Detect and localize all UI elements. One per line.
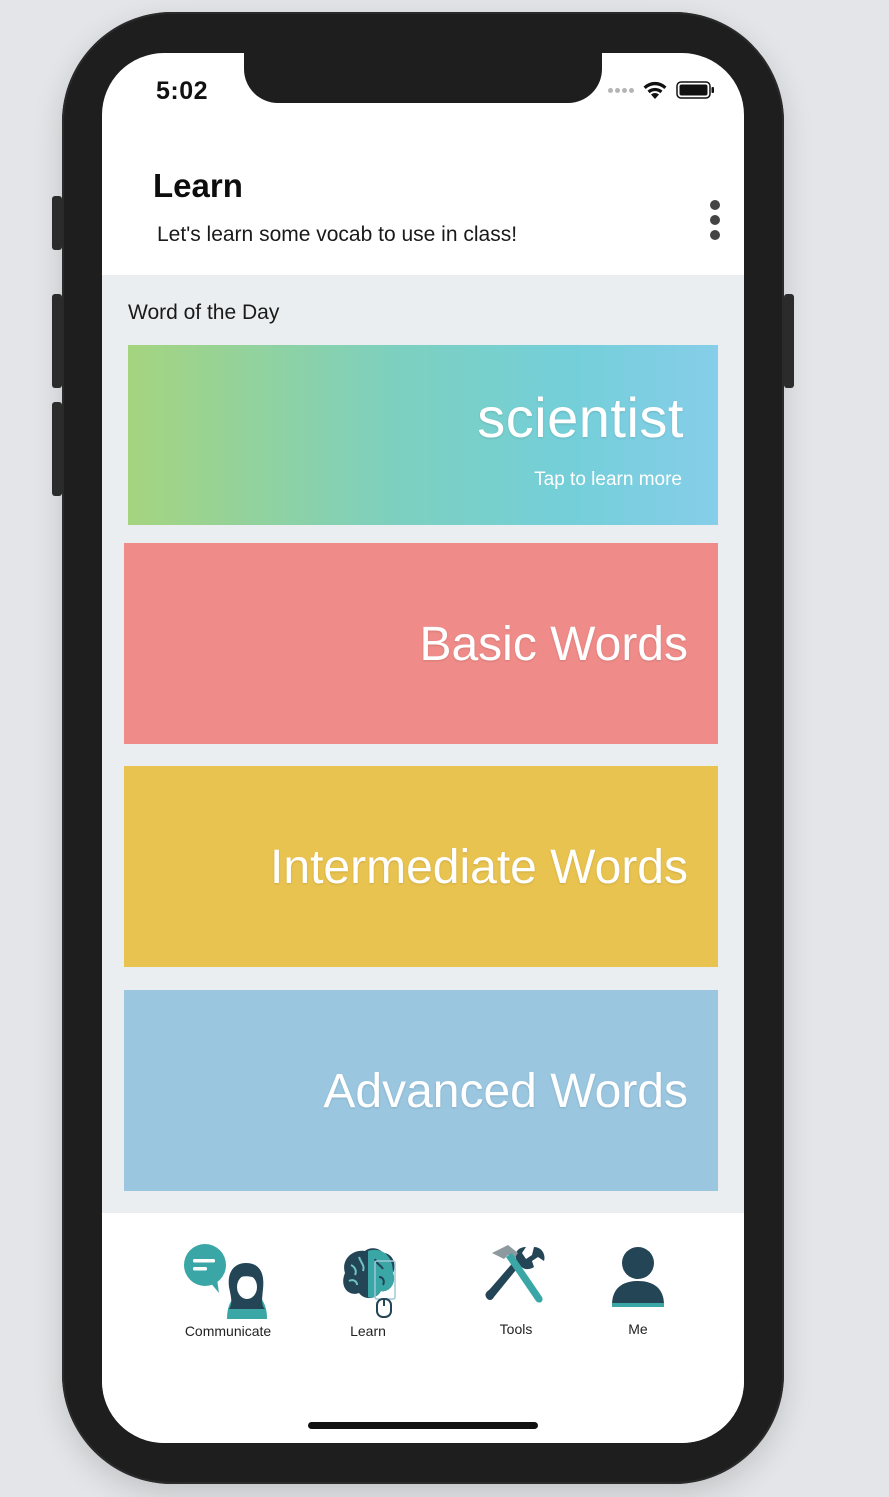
- learn-content: Word of the Day scientist Tap to learn m…: [102, 275, 744, 1213]
- more-options-icon[interactable]: [708, 200, 722, 240]
- battery-icon: [676, 81, 714, 99]
- tab-learn[interactable]: Learn: [318, 1243, 418, 1339]
- phone-power-button: [784, 294, 794, 388]
- advanced-words-card[interactable]: Advanced Words: [124, 990, 718, 1191]
- tab-tools[interactable]: Tools: [466, 1243, 566, 1337]
- phone-silent-switch: [52, 196, 62, 250]
- advanced-words-label: Advanced Words: [323, 1065, 688, 1118]
- word-of-the-day-card[interactable]: scientist Tap to learn more: [128, 345, 718, 525]
- communicate-icon: [184, 1244, 267, 1319]
- page-title: Learn: [153, 167, 243, 204]
- intermediate-words-card[interactable]: Intermediate Words: [124, 766, 718, 967]
- person-icon: [612, 1247, 664, 1307]
- cellular-signal-icon: [608, 87, 634, 93]
- notch: [244, 53, 602, 103]
- tab-communicate-label: Communicate: [184, 1323, 272, 1339]
- intermediate-words-label: Intermediate Words: [270, 841, 688, 894]
- basic-words-card[interactable]: Basic Words: [124, 543, 718, 744]
- tab-tools-label: Tools: [499, 1321, 533, 1337]
- word-of-the-day-label: Word of the Day: [128, 301, 280, 324]
- brain-icon: [343, 1248, 396, 1318]
- status-time: 5:02: [156, 77, 209, 105]
- word-of-the-day-hint: Tap to learn more: [534, 469, 682, 490]
- wifi-icon: [643, 81, 667, 99]
- app-screen: 5:02 Learn Let's learn some vocab to use…: [102, 53, 744, 1443]
- status-icons: [608, 80, 716, 100]
- tab-me[interactable]: Me: [588, 1243, 688, 1337]
- word-of-the-day-word: scientist: [477, 386, 684, 449]
- phone-volume-down: [52, 402, 62, 496]
- tab-communicate[interactable]: Communicate: [168, 1243, 288, 1339]
- tools-icon: [485, 1245, 545, 1303]
- home-indicator[interactable]: [308, 1422, 538, 1429]
- phone-volume-up: [52, 294, 62, 388]
- tab-bar: Communicate Learn Tools Me: [102, 1213, 744, 1443]
- tab-me-label: Me: [628, 1321, 648, 1337]
- page-subtitle: Let's learn some vocab to use in class!: [157, 223, 518, 246]
- basic-words-label: Basic Words: [419, 618, 688, 671]
- page-header: Learn Let's learn some vocab to use in c…: [102, 153, 744, 275]
- tab-learn-label: Learn: [350, 1323, 386, 1339]
